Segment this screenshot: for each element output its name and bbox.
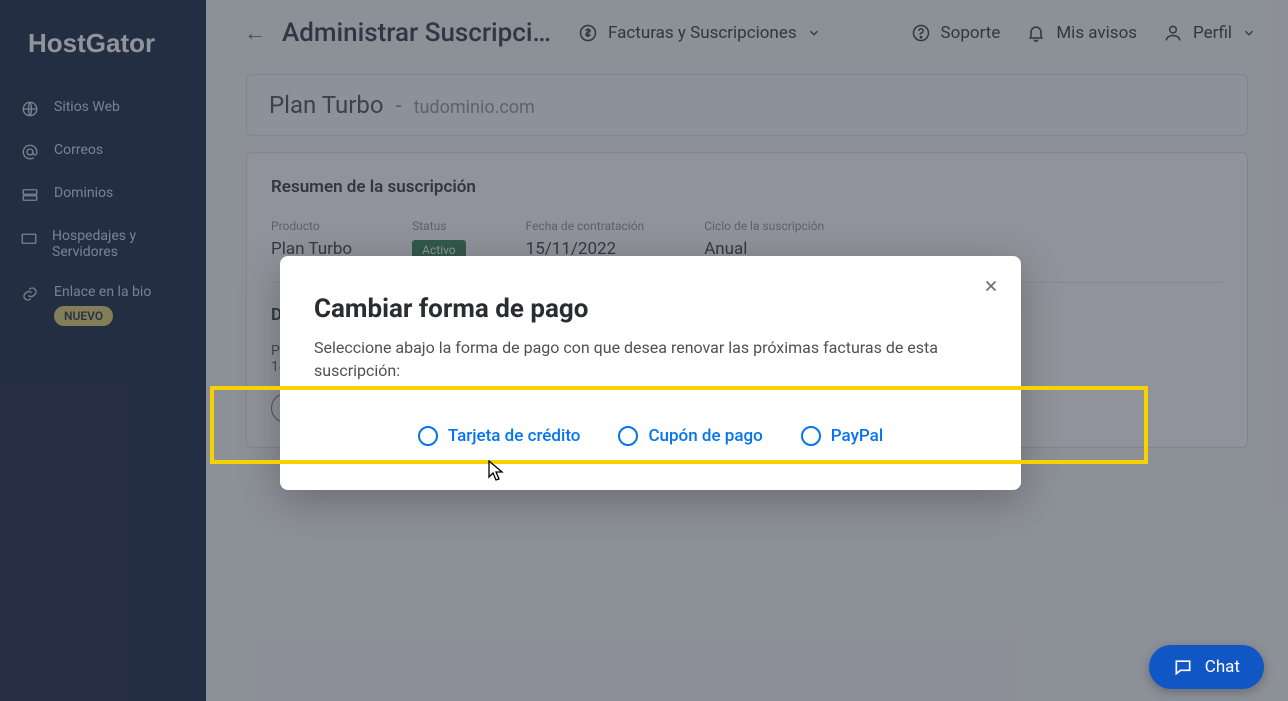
- close-button[interactable]: [975, 270, 1007, 302]
- modal-options: Tarjeta de crédito Cupón de pago PayPal: [314, 396, 987, 446]
- modal-desc: Seleccione abajo la forma de pago con qu…: [314, 336, 987, 382]
- payment-modal: Cambiar forma de pago Seleccione abajo l…: [280, 256, 1021, 490]
- radio-icon: [801, 426, 821, 446]
- option-coupon[interactable]: Cupón de pago: [618, 426, 762, 446]
- option-label: Cupón de pago: [648, 426, 762, 446]
- close-icon: [982, 277, 1000, 295]
- option-paypal[interactable]: PayPal: [801, 426, 883, 446]
- chat-button[interactable]: Chat: [1149, 645, 1264, 689]
- chat-icon: [1173, 657, 1193, 677]
- radio-icon: [418, 426, 438, 446]
- option-label: Tarjeta de crédito: [448, 426, 581, 446]
- chat-label: Chat: [1205, 657, 1240, 677]
- modal-title: Cambiar forma de pago: [314, 294, 987, 324]
- option-credit-card[interactable]: Tarjeta de crédito: [418, 426, 581, 446]
- radio-icon: [618, 426, 638, 446]
- option-label: PayPal: [831, 426, 883, 446]
